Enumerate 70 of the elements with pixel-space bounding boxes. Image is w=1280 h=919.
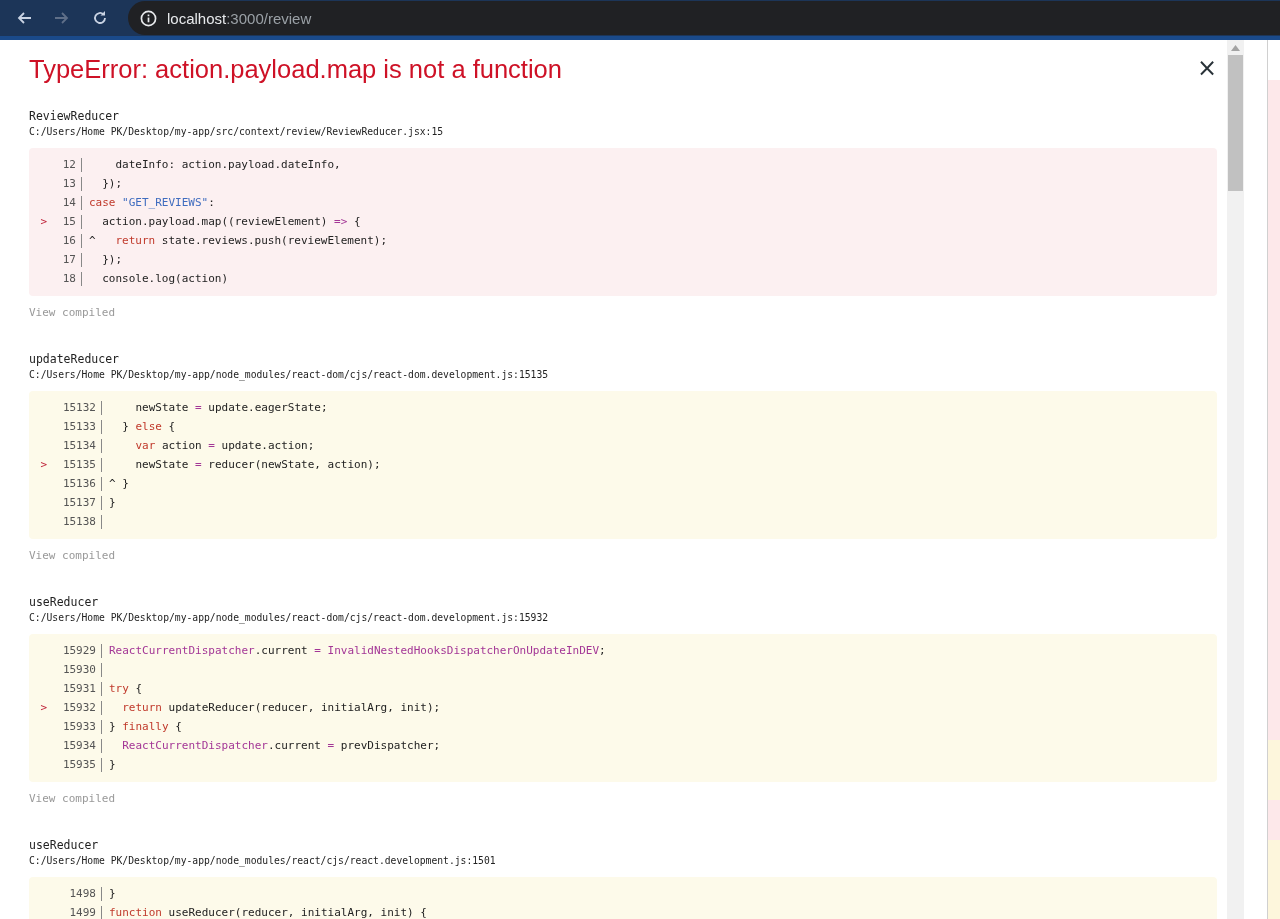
- line-marker: >: [39, 214, 47, 230]
- file-path: C:/Users/Home PK/Desktop/my-app/node_modules/react-dom/cjs/react-dom.development.js:15932: [29, 611, 550, 626]
- close-button[interactable]: ×: [1196, 56, 1217, 80]
- code-line: try {: [109, 681, 143, 697]
- code-line: });: [101, 252, 123, 268]
- function-name: ReviewReducer: [29, 108, 120, 124]
- reload-icon: [92, 10, 108, 26]
- url-host: localhost: [167, 9, 227, 27]
- line-number: 15934: [61, 738, 97, 754]
- line-number: 15933: [61, 719, 97, 735]
- url-path: :3000/review: [226, 9, 312, 27]
- back-arrow-icon: [16, 10, 32, 26]
- code-line: ReactCurrentDispatcher.current = InvalidNestedHooksDispatcherOnUpdateInDEV;: [109, 643, 606, 659]
- code-line: } finally {: [109, 719, 182, 735]
- view-compiled-link[interactable]: View compiled: [29, 548, 116, 564]
- code-line: }: [109, 886, 116, 902]
- line-number: 15136: [61, 476, 97, 492]
- code-line: newState = reducer(newState, action);: [134, 457, 381, 473]
- line-number: 15930: [61, 662, 97, 678]
- file-path: C:/Users/Home PK/Desktop/my-app/node_modules/react/cjs/react.development.js:1501: [29, 854, 497, 869]
- scrollbar-thumb[interactable]: [1228, 55, 1243, 191]
- code-line: });: [101, 176, 123, 192]
- line-number: 15: [61, 214, 77, 230]
- error-title: TypeError: action.payload.map is not a function: [29, 54, 562, 85]
- code-line: }: [109, 495, 116, 511]
- line-number: 16: [61, 233, 77, 249]
- line-number: 14: [61, 195, 77, 211]
- line-number: 15135: [61, 457, 97, 473]
- line-marker: >: [39, 457, 47, 473]
- scroll-up-icon[interactable]: [1231, 45, 1240, 51]
- code-line: ^ return state.reviews.push(reviewElement);: [89, 233, 388, 249]
- code-line: return updateReducer(reducer, initialArg, init);: [121, 700, 441, 716]
- code-line: case "GET_REVIEWS":: [89, 195, 215, 211]
- line-number: 15935: [61, 757, 97, 773]
- forward-arrow-icon: [54, 10, 70, 26]
- function-name: useReducer: [29, 594, 100, 610]
- line-number: 15138: [61, 514, 97, 530]
- file-path: C:/Users/Home PK/Desktop/my-app/src/context/review/ReviewReducer.jsx:15: [29, 125, 445, 139]
- code-line: action.payload.map((reviewElement) => {: [101, 214, 361, 230]
- line-number: 15134: [61, 438, 97, 454]
- line-number: 18: [61, 271, 77, 287]
- line-number: 15133: [61, 419, 97, 435]
- line-number: 1499: [68, 905, 97, 919]
- line-number: 12: [61, 157, 77, 173]
- line-number: 15137: [61, 495, 97, 511]
- line-number: 15931: [61, 681, 97, 697]
- function-name: useReducer: [29, 837, 100, 853]
- line-marker: >: [39, 700, 47, 716]
- line-number: 15132: [61, 400, 97, 416]
- code-line: var action = update.action;: [134, 438, 315, 454]
- code-line: } else {: [121, 419, 176, 435]
- code-line: ReactCurrentDispatcher.current = prevDispatcher;: [121, 738, 441, 754]
- code-line: function useReducer(reducer, initialArg, init) {: [109, 905, 427, 919]
- code-line: dateInfo: action.payload.dateInfo,: [114, 157, 341, 173]
- info-icon[interactable]: [140, 9, 157, 27]
- code-line: newState = update.eagerState;: [134, 400, 328, 416]
- file-path: C:/Users/Home PK/Desktop/my-app/node_modules/react-dom/cjs/react-dom.development.js:15135: [29, 368, 550, 383]
- code-line: console.log(action): [101, 271, 229, 287]
- code-line: ^ }: [109, 476, 129, 492]
- code-line: }: [109, 757, 116, 773]
- address-bar[interactable]: localhost:3000/review: [128, 1, 1280, 35]
- line-number: 13: [61, 176, 77, 192]
- view-compiled-link[interactable]: View compiled: [29, 305, 116, 321]
- line-number: 15932: [61, 700, 97, 716]
- line-number: 15929: [61, 643, 97, 659]
- line-number: 17: [61, 252, 77, 268]
- view-compiled-link[interactable]: View compiled: [29, 791, 116, 807]
- scrollbar[interactable]: [1227, 40, 1244, 919]
- line-number: 1498: [68, 886, 97, 902]
- function-name: updateReducer: [29, 351, 120, 367]
